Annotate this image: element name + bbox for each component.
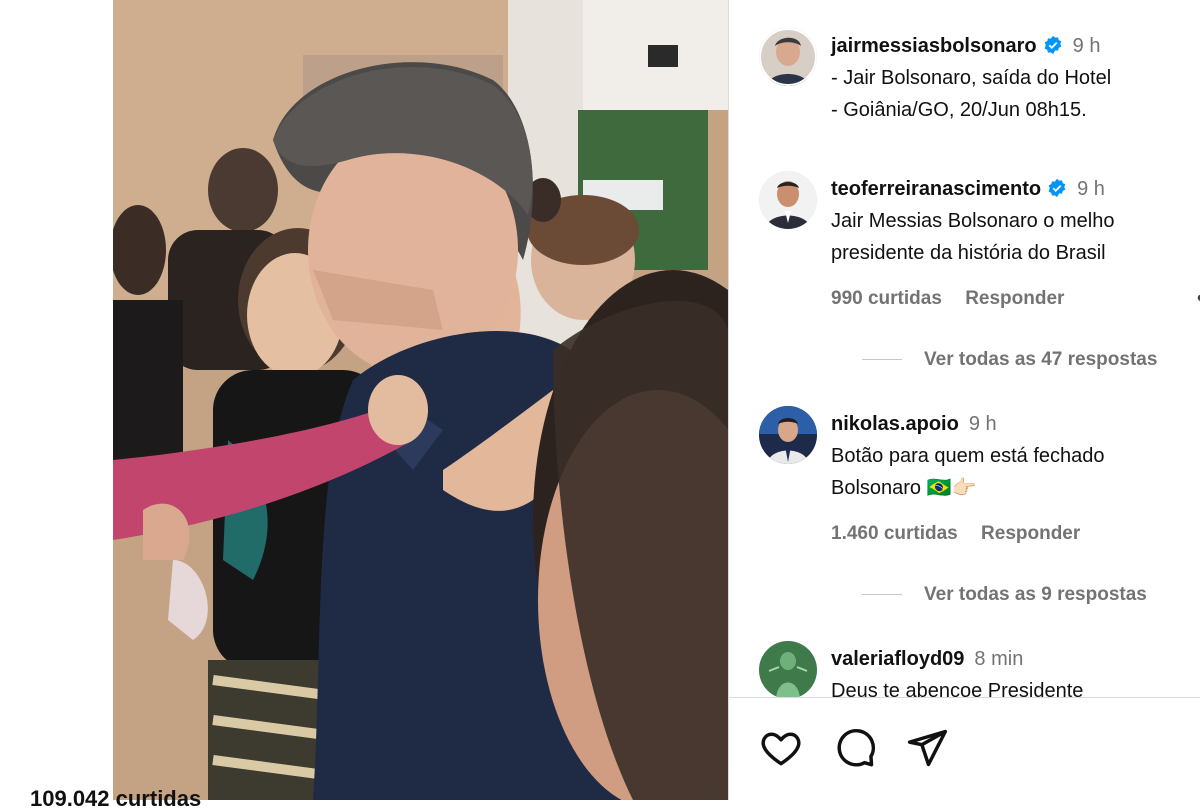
comment-line-1: Botão para quem está fechado	[831, 445, 1105, 467]
commenter-username[interactable]: teoferreiranascimento	[831, 178, 1041, 200]
verified-badge-icon	[1048, 178, 1066, 198]
comment-line-2: presidente da história do Brasil	[831, 242, 1106, 264]
commenter-avatar[interactable]	[759, 641, 817, 697]
comment-time: 9 h	[968, 413, 997, 435]
view-replies-button[interactable]: Ver todas as 47 respostas	[862, 349, 1157, 371]
commenter-avatar[interactable]	[759, 171, 817, 229]
comment-line-2: Bolsonaro 🇧🇷👉🏻	[831, 477, 977, 499]
comment-line-1: Jair Messias Bolsonaro o melho	[831, 210, 1115, 232]
caption-line-2: - Goiânia/GO, 20/Jun 08h15.	[831, 99, 1087, 121]
comment-text: teoferreiranascimento 9 h Jair Messias Bo…	[831, 173, 1200, 269]
caption-text: jairmessiasbolsonaro 9 h - Jair Bolsonaro…	[831, 30, 1200, 126]
avatar-photo	[759, 171, 817, 229]
comment-text: nikolas.apoio 9 h Botão para quem está fe…	[831, 408, 1200, 504]
post-media-video[interactable]	[113, 0, 728, 800]
comment-meta: 1.460 curtidas Responder	[831, 523, 1098, 545]
comments-scroll-area[interactable]: jairmessiasbolsonaro 9 h - Jair Bolsonaro…	[729, 0, 1200, 697]
comment-time: 9 h	[1077, 178, 1105, 200]
photo-scene	[113, 0, 728, 800]
author-username[interactable]: jairmessiasbolsonaro	[831, 35, 1037, 57]
verified-badge-icon	[1044, 35, 1061, 55]
reply-button[interactable]: Responder	[965, 288, 1064, 309]
avatar-photo	[759, 28, 817, 86]
comments-panel: jairmessiasbolsonaro 9 h - Jair Bolsonaro…	[729, 0, 1200, 800]
commenter-avatar[interactable]	[759, 406, 817, 464]
comment-likes[interactable]: 990 curtidas	[831, 288, 942, 309]
commenter-username[interactable]: nikolas.apoio	[831, 413, 959, 435]
comment-time: 8 min	[974, 648, 1024, 670]
author-avatar[interactable]	[759, 28, 817, 86]
caption-line-1: - Jair Bolsonaro, saída do Hotel	[831, 67, 1112, 89]
view-replies-button[interactable]: Ver todas as 9 respostas	[862, 584, 1147, 606]
comment-line-1: Deus te abençoe Presidente	[831, 680, 1084, 697]
reply-button[interactable]: Responder	[981, 523, 1080, 544]
post-likes-count[interactable]: 109.042 curtidas	[30, 786, 201, 812]
avatar-photo	[759, 641, 817, 697]
post-action-bar	[729, 697, 1200, 800]
comment-meta: 990 curtidas Responder	[831, 288, 1082, 310]
send-icon[interactable]	[905, 726, 949, 770]
comment-text: valeriafloyd09 8 min Deus te abençoe Pres…	[831, 643, 1200, 697]
heart-icon[interactable]	[759, 726, 803, 770]
avatar-photo	[759, 406, 817, 464]
caption-time: 9 h	[1072, 35, 1101, 57]
commenter-username[interactable]: valeriafloyd09	[831, 648, 964, 670]
comment-icon[interactable]	[833, 726, 877, 770]
comment-likes[interactable]: 1.460 curtidas	[831, 523, 958, 544]
